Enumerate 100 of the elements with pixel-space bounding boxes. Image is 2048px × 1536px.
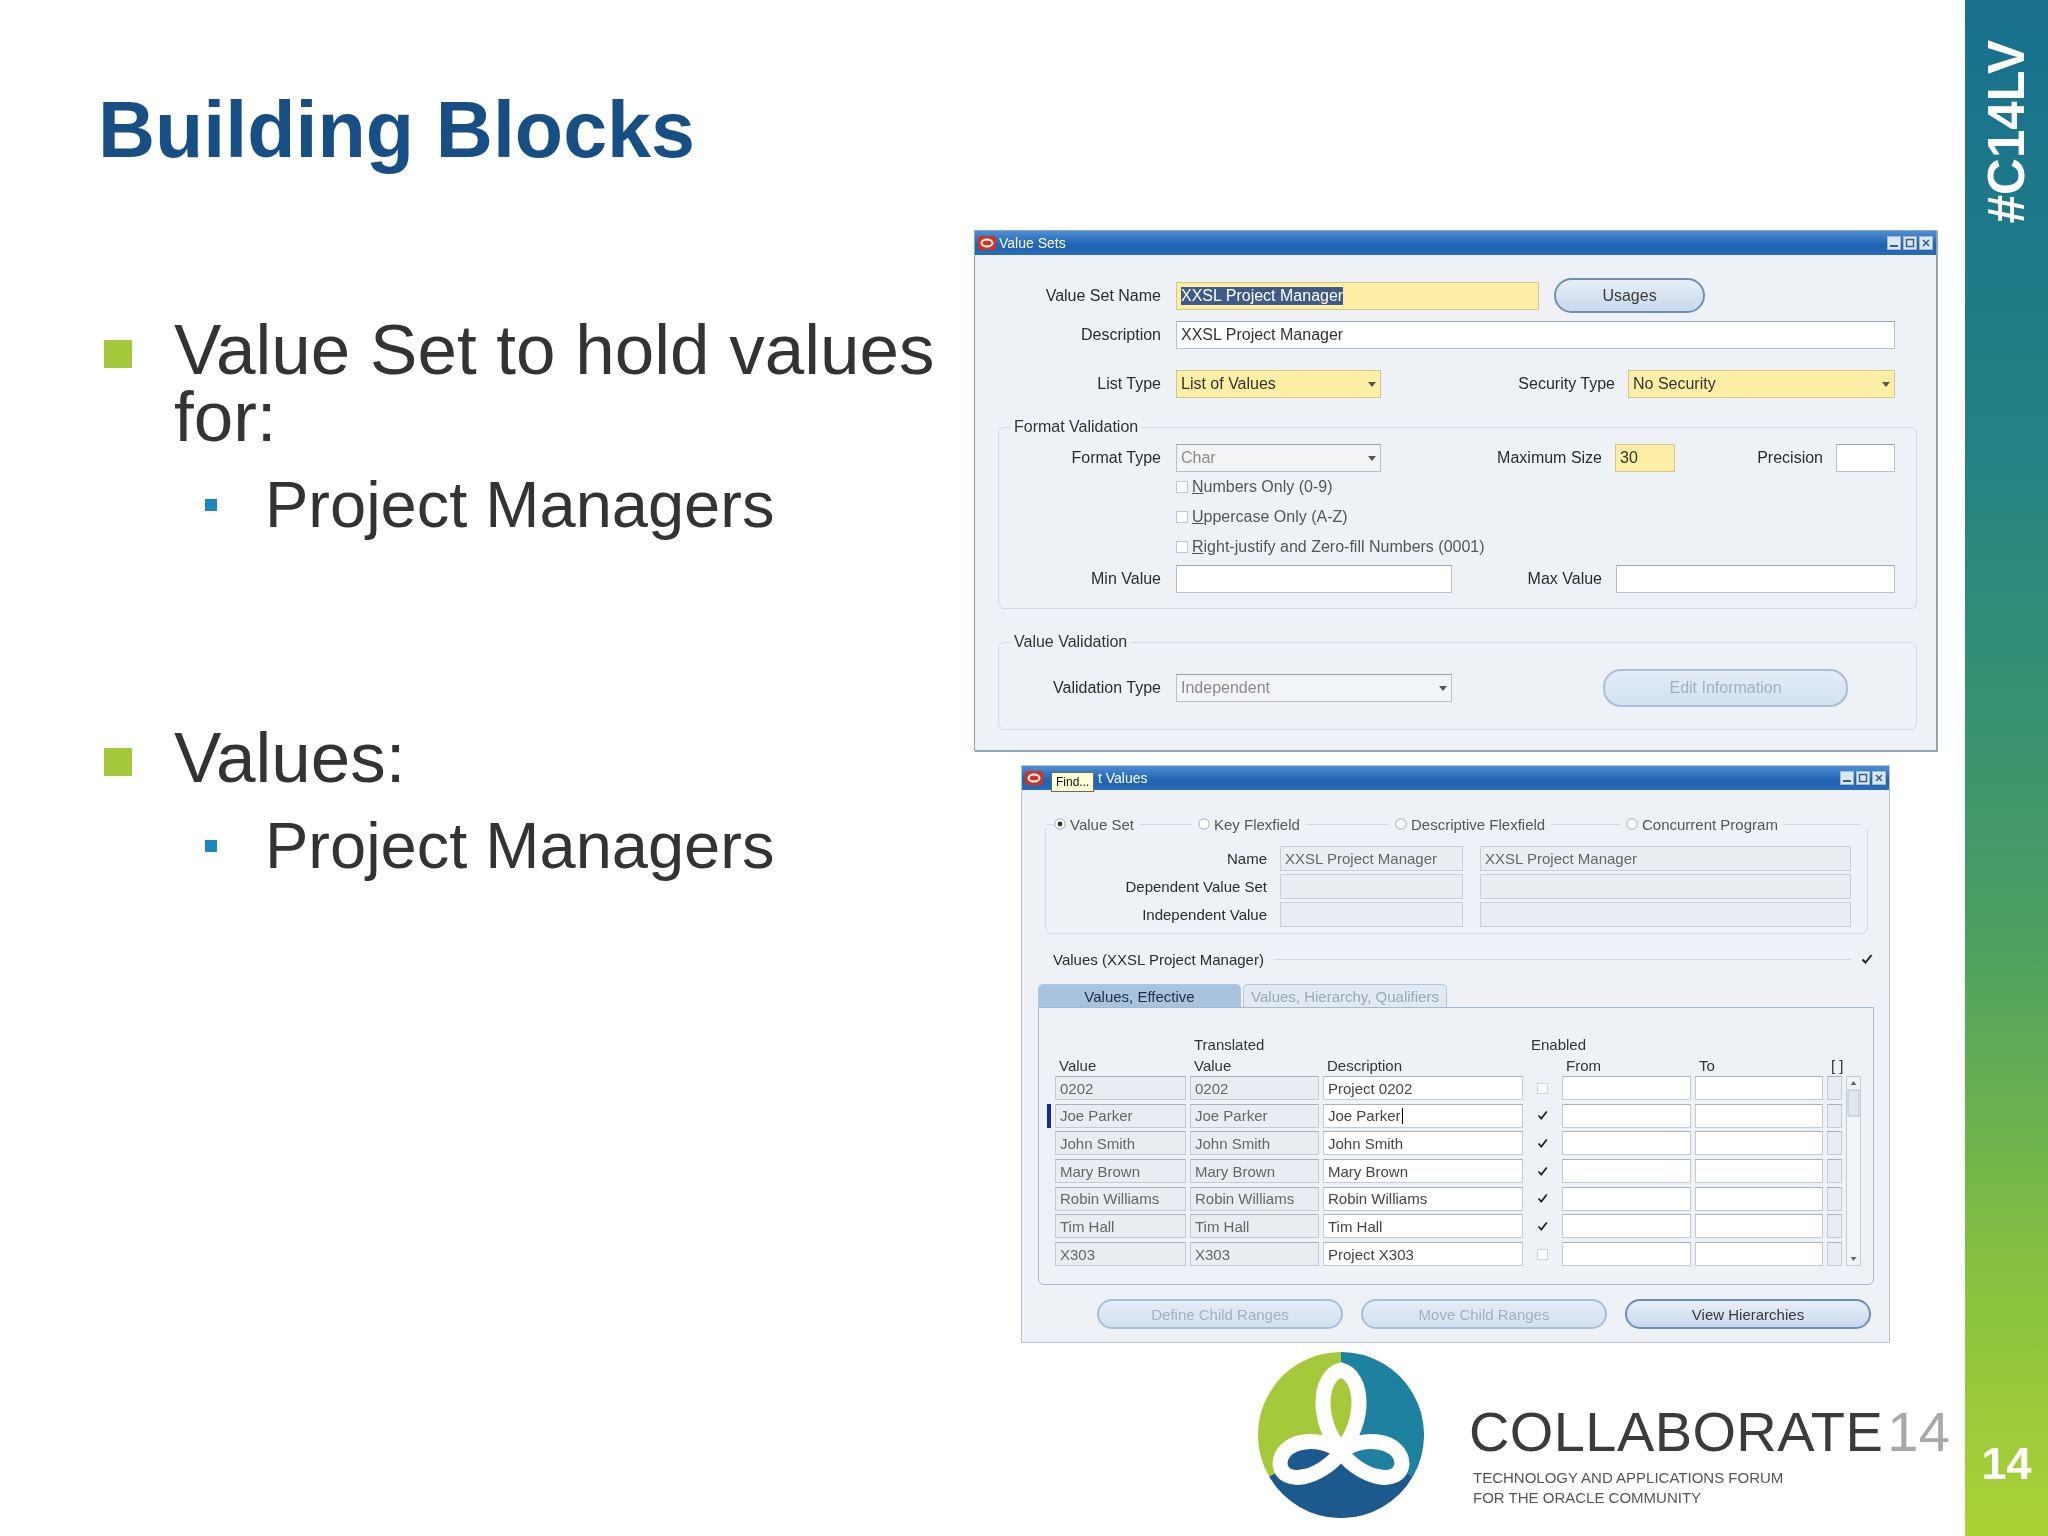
logo-icon xyxy=(1258,1352,1424,1518)
input-field[interactable] xyxy=(1562,1159,1691,1184)
input-field[interactable] xyxy=(1562,1242,1691,1267)
bullet-text: Value Set to hold values for: xyxy=(174,316,936,450)
table-cell[interactable]: Joe Parker xyxy=(1055,1103,1186,1128)
minimize-icon[interactable] xyxy=(1887,236,1901,250)
radio-icon[interactable] xyxy=(1054,818,1066,830)
square-bullet-icon xyxy=(205,840,217,852)
tab[interactable]: Values, Effective xyxy=(1038,984,1241,1007)
checkbox-icon[interactable] xyxy=(1537,1165,1548,1177)
input-field[interactable] xyxy=(1827,1103,1842,1128)
input-field[interactable] xyxy=(1827,1131,1842,1156)
input-field[interactable] xyxy=(1695,1242,1823,1267)
input-field[interactable] xyxy=(1562,1186,1691,1211)
radio-icon[interactable] xyxy=(1198,818,1210,830)
checkmark-icon[interactable] xyxy=(1861,953,1873,965)
caret-icon[interactable] xyxy=(1368,381,1376,387)
table-cell[interactable]: X303 xyxy=(1190,1242,1319,1267)
input-field[interactable] xyxy=(1695,1131,1823,1156)
radio-option[interactable]: Key Flexfield xyxy=(1198,815,1300,833)
radio-icon[interactable] xyxy=(1626,818,1638,830)
input-field[interactable] xyxy=(1695,1076,1823,1100)
tooltip: Find... xyxy=(1051,772,1095,792)
field-label: Precision xyxy=(1756,449,1823,467)
table-cell[interactable]: John Smith xyxy=(1190,1131,1319,1156)
usages-button[interactable]: Usages xyxy=(1554,278,1705,313)
column-header: Value xyxy=(1058,1056,1098,1076)
checkbox-icon[interactable] xyxy=(1537,1220,1548,1232)
radio-option[interactable]: Concurrent Program xyxy=(1626,815,1778,833)
text-cursor-icon xyxy=(1401,1107,1403,1124)
table-cell[interactable]: John Smith xyxy=(1323,1131,1523,1156)
field-label: Validation Type xyxy=(1052,679,1161,697)
dropdown-field[interactable]: No Security xyxy=(1628,370,1895,398)
table-cell[interactable]: 0202 xyxy=(1055,1076,1186,1100)
table-cell[interactable]: Project X303 xyxy=(1323,1242,1523,1267)
square-bullet-icon xyxy=(104,340,132,368)
radio-option[interactable]: Descriptive Flexfield xyxy=(1395,815,1546,833)
checkbox-option[interactable]: Numbers Only (0-9) xyxy=(1176,478,1333,496)
input-field[interactable] xyxy=(1562,1103,1691,1128)
square-bullet-icon xyxy=(104,748,132,776)
maximize-icon[interactable] xyxy=(1903,236,1917,250)
table-cell[interactable]: John Smith xyxy=(1055,1131,1186,1156)
scrollbar[interactable] xyxy=(1846,1076,1861,1266)
group-heading: Value Validation xyxy=(1013,633,1129,651)
table-cell[interactable]: Tim Hall xyxy=(1323,1214,1523,1239)
input-field[interactable] xyxy=(1695,1186,1823,1211)
table-cell[interactable]: 0202 xyxy=(1190,1076,1319,1100)
table-cell[interactable]: Joe Parker xyxy=(1323,1103,1523,1128)
table-cell[interactable]: Robin Williams xyxy=(1190,1186,1319,1211)
table-cell[interactable]: Robin Williams xyxy=(1055,1186,1186,1211)
table-cell[interactable]: Tim Hall xyxy=(1190,1214,1319,1239)
maximize-icon[interactable] xyxy=(1856,771,1870,785)
logo-wordmark: COLLABORATE xyxy=(1469,1404,1884,1460)
close-icon[interactable] xyxy=(1872,771,1886,785)
page-number: 14 xyxy=(1981,1441,2032,1486)
sub-bullet-text: Project Managers xyxy=(265,809,775,883)
text-field[interactable]: XXSL Project Manager xyxy=(1176,281,1539,310)
input-field[interactable] xyxy=(1827,1186,1842,1211)
text-field[interactable]: XXSL Project Manager xyxy=(1176,321,1895,349)
input-field[interactable] xyxy=(1695,1103,1823,1128)
table-cell[interactable]: Mary Brown xyxy=(1323,1159,1523,1184)
field-label: Maximum Size xyxy=(1496,449,1602,467)
input-field[interactable] xyxy=(1827,1159,1842,1184)
table-cell[interactable]: X303 xyxy=(1055,1242,1186,1267)
column-header: [ ] xyxy=(1830,1056,1842,1076)
checkbox-icon[interactable] xyxy=(1537,1110,1548,1122)
input-field[interactable] xyxy=(1827,1076,1842,1100)
action-button[interactable]: View Hierarchies xyxy=(1625,1299,1871,1329)
table-cell[interactable]: Robin Williams xyxy=(1323,1186,1523,1211)
input-field[interactable] xyxy=(1562,1214,1691,1239)
input-field[interactable] xyxy=(1827,1214,1842,1239)
input-field[interactable] xyxy=(1695,1214,1823,1239)
checkbox-option[interactable]: Right-justify and Zero-fill Numbers (0001) xyxy=(1176,538,1485,556)
field-label: Format Type xyxy=(1070,449,1161,467)
checkbox-icon[interactable] xyxy=(1537,1137,1548,1149)
table-cell[interactable]: Tim Hall xyxy=(1055,1214,1186,1239)
table-cell[interactable]: Mary Brown xyxy=(1190,1159,1319,1184)
text-field[interactable] xyxy=(1616,565,1895,593)
column-header: Description xyxy=(1326,1056,1404,1076)
column-header: To xyxy=(1698,1056,1716,1076)
table-cell[interactable]: Mary Brown xyxy=(1055,1159,1186,1184)
table-cell[interactable]: Project 0202 xyxy=(1323,1076,1523,1100)
text-field[interactable] xyxy=(1836,444,1895,472)
checkbox-option[interactable]: Uppercase Only (A-Z) xyxy=(1176,508,1348,526)
input-field[interactable] xyxy=(1695,1159,1823,1184)
radio-icon[interactable] xyxy=(1395,818,1407,830)
input-field[interactable] xyxy=(1827,1242,1842,1267)
radio-option[interactable]: Value Set xyxy=(1054,815,1134,833)
checkbox-icon[interactable] xyxy=(1537,1193,1548,1205)
input-field[interactable] xyxy=(1562,1131,1691,1156)
minimize-icon[interactable] xyxy=(1840,771,1854,785)
text-field[interactable] xyxy=(1176,565,1452,593)
text-field[interactable]: 30 xyxy=(1615,444,1675,472)
close-icon[interactable] xyxy=(1919,236,1933,250)
input-field[interactable] xyxy=(1562,1076,1691,1100)
table-cell[interactable]: Joe Parker xyxy=(1190,1103,1319,1128)
dropdown-field[interactable]: List of Values xyxy=(1176,370,1381,398)
field-label: Min Value xyxy=(1090,570,1161,588)
caret-icon[interactable] xyxy=(1882,381,1890,387)
window-title: Value Sets xyxy=(999,235,1066,251)
